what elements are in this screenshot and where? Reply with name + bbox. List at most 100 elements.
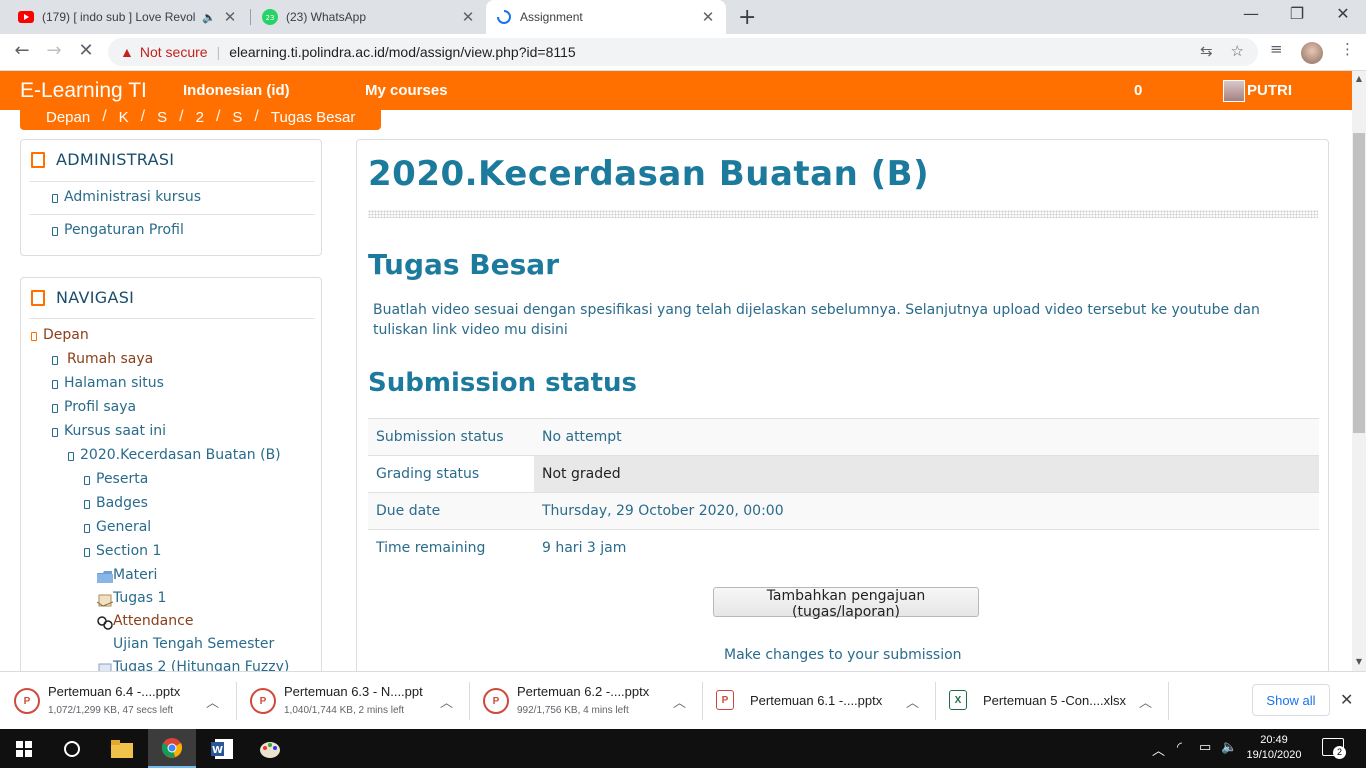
download-item[interactable]: P Pertemuan 6.2 -....pptx 992/1,756 KB, …: [469, 672, 702, 730]
nav-tugas-1[interactable]: Tugas 1: [113, 590, 166, 606]
table-row: Due date Thursday, 29 October 2020, 00:0…: [368, 492, 1319, 530]
bullet-icon: [84, 548, 90, 557]
chevron-up-icon[interactable]: ︿: [1152, 740, 1165, 759]
url-text[interactable]: elearning.ti.polindra.ac.id/mod/assign/v…: [229, 44, 575, 60]
whatsapp-icon: 23: [262, 9, 278, 25]
breadcrumb-item[interactable]: S: [220, 109, 254, 126]
nav-materi[interactable]: Materi: [113, 567, 157, 583]
notification-count: 0: [1134, 82, 1143, 99]
battery-icon[interactable]: ▭: [1199, 739, 1211, 755]
download-bar: P Pertemuan 6.4 -....pptx 1,072/1,299 KB…: [0, 671, 1366, 729]
svg-text:W: W: [212, 745, 223, 756]
notifications-button[interactable]: 0: [1134, 82, 1142, 99]
file-explorer-icon[interactable]: [98, 729, 146, 768]
nav-general[interactable]: General: [96, 519, 151, 535]
tab-whatsapp[interactable]: 23 (23) WhatsApp ✕: [252, 0, 486, 34]
menu-kebab-icon[interactable]: ⋮: [1340, 40, 1355, 58]
row-value: No attempt: [534, 418, 1319, 456]
download-item[interactable]: P Pertemuan 6.4 -....pptx 1,072/1,299 KB…: [0, 672, 236, 730]
chevron-up-icon[interactable]: ︿: [1139, 692, 1152, 711]
paint-icon[interactable]: [246, 729, 294, 768]
chevron-up-icon[interactable]: ︿: [906, 692, 919, 711]
close-tab-icon[interactable]: ✕: [222, 8, 238, 26]
breadcrumb-divider: /: [254, 108, 259, 125]
nav-participants[interactable]: Peserta: [96, 471, 148, 487]
divider: [29, 181, 315, 182]
nav-midterm[interactable]: Ujian Tengah Semester: [113, 636, 274, 652]
add-submission-button[interactable]: Tambahkan pengajuan (tugas/laporan): [713, 587, 979, 620]
site-brand[interactable]: E-Learning TI: [20, 79, 147, 103]
chevron-up-icon[interactable]: ︿: [673, 692, 686, 711]
address-bar[interactable]: ▲ Not secure | elearning.ti.polindra.ac.…: [108, 38, 1258, 66]
my-courses-menu[interactable]: My courses: [365, 82, 448, 99]
download-item[interactable]: P Pertemuan 6.1 -....pptx ︿: [702, 672, 935, 730]
wifi-icon[interactable]: ◜: [1177, 739, 1182, 755]
clock-time: 20:49: [1260, 734, 1288, 746]
tab-youtube[interactable]: (179) [ indo sub ] Love Revol 🔈 ✕: [8, 0, 248, 34]
bookmark-star-icon[interactable]: ☆: [1231, 42, 1244, 60]
profile-settings-link[interactable]: Pengaturan Profil: [64, 222, 184, 238]
main-content: 2020.Kecerdasan Buatan (B) Tugas Besar B…: [356, 139, 1329, 699]
windows-taskbar: W ︿ ◜ ▭ 🔈 20:49 19/10/2020 2: [0, 729, 1366, 768]
navigation-title: NAVIGASI: [56, 288, 135, 307]
admin-course-link[interactable]: Administrasi kursus: [64, 189, 201, 205]
speaker-icon[interactable]: 🔈: [202, 11, 216, 24]
breadcrumb-divider: /: [102, 108, 107, 125]
minimize-button[interactable]: —: [1228, 4, 1274, 23]
nav-current-courses[interactable]: Kursus saat ini: [64, 423, 166, 439]
system-clock[interactable]: 20:49 19/10/2020: [1240, 733, 1308, 763]
download-item[interactable]: P Pertemuan 6.3 - N....ppt 1,040/1,744 K…: [236, 672, 469, 730]
download-name: Pertemuan 6.2 -....pptx: [517, 684, 650, 699]
chevron-up-icon[interactable]: ︿: [440, 692, 453, 711]
row-label: Submission status: [368, 418, 534, 456]
windows-start-icon[interactable]: [0, 729, 48, 768]
not-secure-label[interactable]: Not secure: [140, 44, 208, 60]
scroll-up-icon[interactable]: ▲: [1352, 74, 1366, 83]
nav-my-profile[interactable]: Profil saya: [64, 399, 136, 415]
nav-attendance[interactable]: Attendance: [113, 613, 193, 629]
pptx-file-icon: P: [483, 688, 509, 714]
block-title: ADMINISTRASI: [29, 150, 315, 169]
back-icon[interactable]: ←: [10, 40, 34, 61]
bullet-icon: [31, 332, 37, 341]
warning-icon[interactable]: ▲: [120, 44, 134, 60]
scrollbar-thumb[interactable]: [1353, 133, 1365, 433]
forward-icon[interactable]: →: [42, 40, 66, 61]
chrome-icon[interactable]: [148, 729, 196, 768]
search-circle-icon[interactable]: [48, 729, 96, 768]
media-control-icon[interactable]: ≡: [1270, 40, 1283, 58]
maximize-button[interactable]: ❐: [1274, 4, 1320, 23]
nav-badges[interactable]: Badges: [96, 495, 148, 511]
table-row: Grading status Not graded: [368, 455, 1319, 493]
language-menu[interactable]: Indonesian (id): [183, 82, 290, 99]
breadcrumb-item[interactable]: S: [145, 109, 179, 126]
table-row: Time remaining 9 hari 3 jam: [368, 529, 1319, 567]
breadcrumb-home[interactable]: Depan: [34, 109, 102, 126]
profile-avatar[interactable]: [1301, 42, 1323, 64]
nav-site-pages[interactable]: Halaman situs: [64, 375, 164, 391]
tab-assignment[interactable]: Assignment ✕: [486, 0, 726, 34]
close-tab-icon[interactable]: ✕: [460, 8, 476, 26]
nav-section-1[interactable]: Section 1: [96, 543, 161, 559]
xlsx-file-icon: X: [949, 690, 967, 710]
scroll-down-icon[interactable]: ▼: [1352, 657, 1366, 666]
close-download-bar-icon[interactable]: ✕: [1340, 690, 1353, 710]
word-icon[interactable]: W: [198, 729, 246, 768]
chevron-up-icon[interactable]: ︿: [206, 692, 219, 711]
volume-icon[interactable]: 🔈: [1221, 739, 1237, 755]
breadcrumb-item[interactable]: K: [107, 109, 141, 126]
nav-course[interactable]: 2020.Kecerdasan Buatan (B): [80, 447, 281, 463]
breadcrumb-item[interactable]: 2: [184, 109, 216, 126]
nav-dashboard[interactable]: Rumah saya: [67, 351, 153, 367]
download-name: Pertemuan 6.4 -....pptx: [48, 684, 181, 699]
download-item[interactable]: X Pertemuan 5 -Con....xlsx ︿: [935, 672, 1168, 730]
user-avatar[interactable]: [1223, 80, 1245, 102]
translate-icon[interactable]: ⇆: [1200, 42, 1213, 60]
stop-icon[interactable]: ✕: [74, 40, 98, 61]
close-window-button[interactable]: ✕: [1320, 4, 1366, 23]
show-all-button[interactable]: Show all: [1252, 684, 1330, 716]
new-tab-button[interactable]: +: [738, 5, 756, 30]
close-tab-icon[interactable]: ✕: [700, 8, 716, 26]
nav-home[interactable]: Depan: [43, 327, 89, 343]
user-menu[interactable]: PUTRI: [1247, 82, 1292, 99]
